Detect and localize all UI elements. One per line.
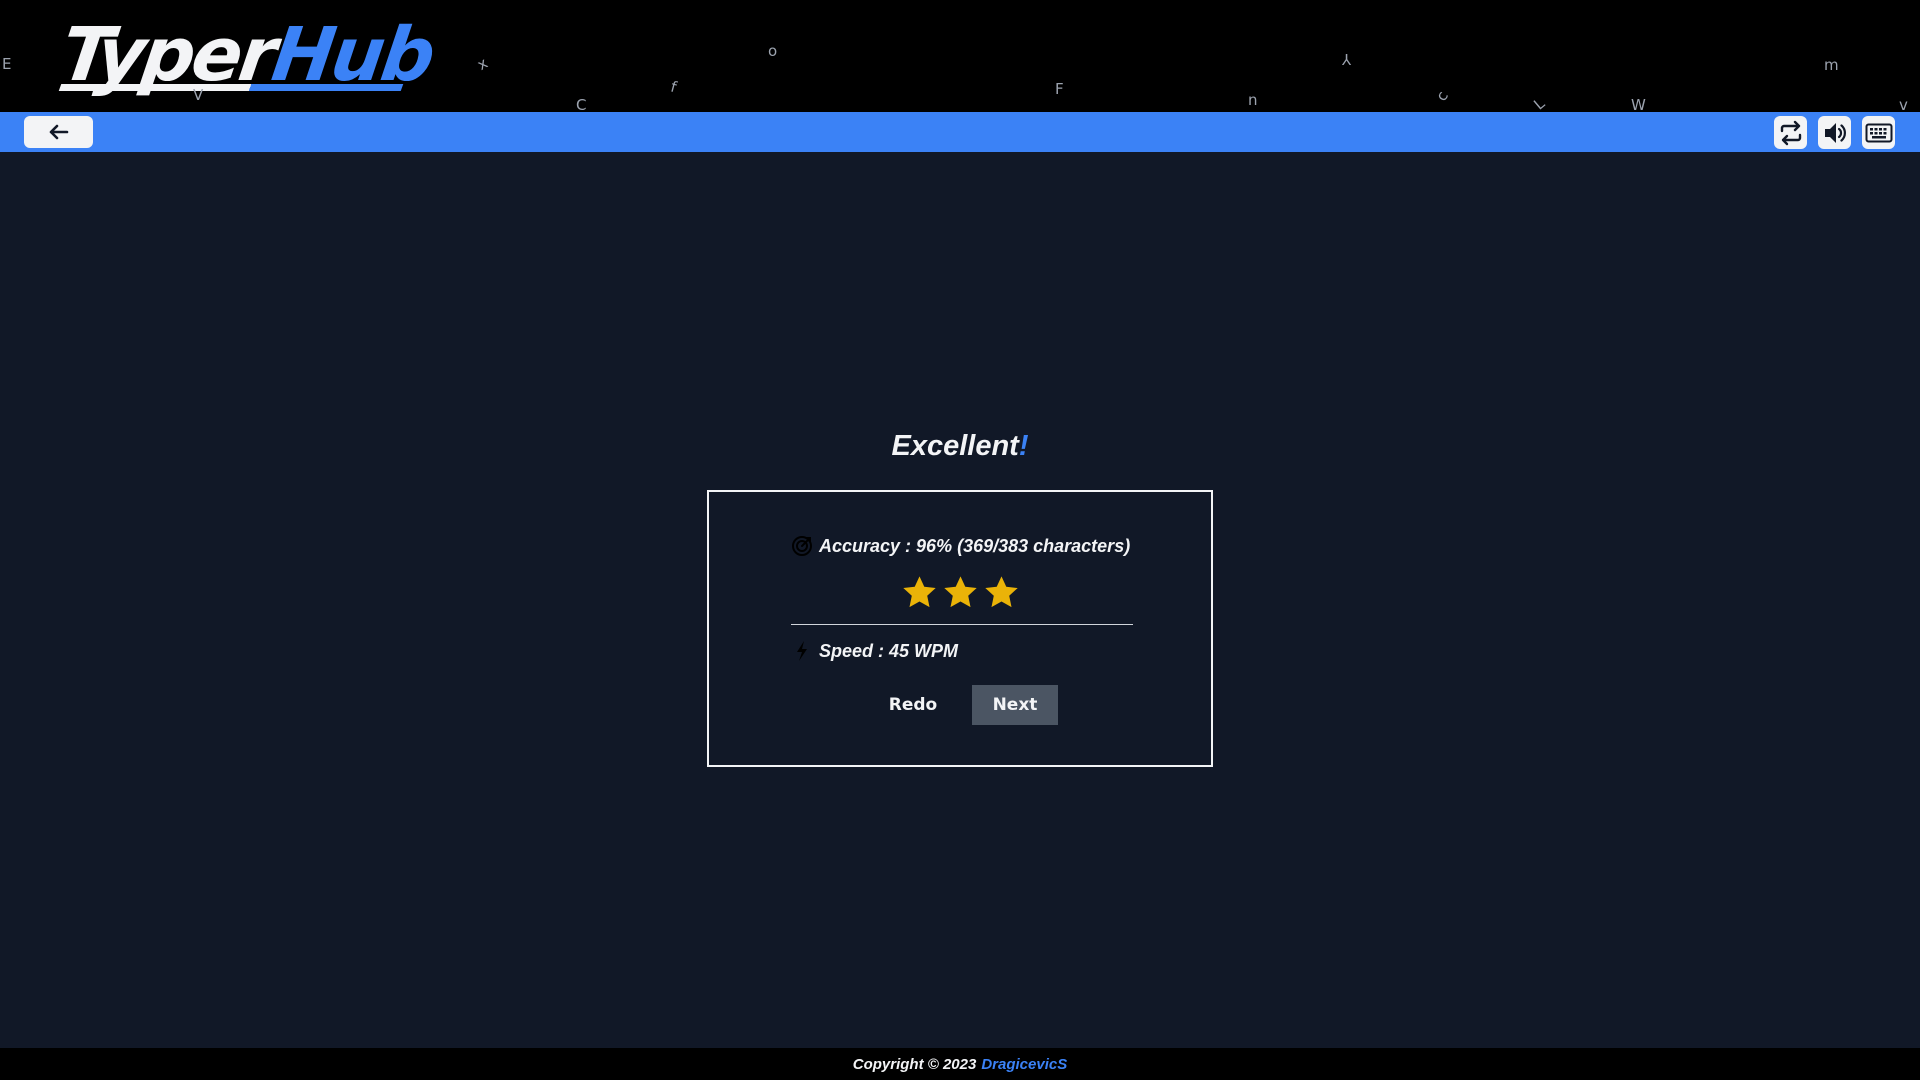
result-card: Accuracy : 96% (369/383 characters) Spee… — [707, 490, 1213, 767]
title-punct: ! — [1018, 430, 1029, 462]
lightning-icon — [791, 640, 813, 662]
star-icon — [943, 576, 977, 608]
logo-underline — [58, 84, 404, 91]
keyboard-toggle-button[interactable] — [1862, 116, 1895, 149]
floating-letter: L — [1530, 94, 1549, 112]
floating-letter: E — [2, 55, 12, 73]
next-button[interactable]: Next — [972, 685, 1058, 725]
floating-letter: V — [193, 86, 204, 104]
floating-letter: f — [668, 77, 679, 97]
divider — [791, 624, 1133, 625]
site-header: TyperHub E V x C f o F n Y c L W m v — [0, 0, 1920, 112]
floating-letter: W — [1631, 96, 1646, 112]
toolbar — [0, 112, 1920, 152]
floating-letter: C — [576, 96, 587, 112]
redo-button[interactable]: Redo — [873, 685, 953, 725]
accuracy-text: Accuracy : 96% (369/383 characters) — [819, 535, 1131, 556]
repeat-icon — [1780, 120, 1801, 145]
floating-letter: v — [1899, 96, 1908, 112]
typerhub-logo[interactable]: TyperHub — [56, 12, 438, 98]
floating-letter: c — [1432, 87, 1452, 105]
star-icon — [902, 576, 936, 608]
target-icon — [791, 535, 813, 557]
floating-letter: o — [768, 42, 778, 60]
floating-letter: x — [474, 53, 491, 75]
author-link[interactable]: DragicevicS — [981, 1056, 1067, 1073]
floating-letter: m — [1824, 56, 1839, 74]
rating-stars — [709, 574, 1211, 611]
restart-button[interactable] — [1774, 116, 1807, 149]
floating-letter: n — [1248, 91, 1258, 109]
result-title: Excellent! — [0, 430, 1920, 463]
copyright-text: Copyright © 2023 — [852, 1055, 977, 1073]
sound-toggle-button[interactable] — [1818, 116, 1851, 149]
floating-letter: F — [1055, 80, 1064, 98]
speed-text: Speed : 45 WPM — [819, 640, 959, 661]
title-text: Excellent — [891, 430, 1019, 462]
arrow-left-icon — [49, 124, 68, 140]
back-button[interactable] — [24, 116, 93, 148]
accuracy-row: Accuracy : 96% (369/383 characters) — [791, 535, 1130, 557]
floating-letter: Y — [1342, 50, 1352, 68]
keyboard-icon — [1865, 123, 1892, 142]
volume-icon — [1824, 122, 1846, 143]
star-icon — [984, 576, 1018, 608]
speed-row: Speed : 45 WPM — [791, 640, 958, 662]
footer: Copyright © 2023 DragicevicS — [0, 1048, 1920, 1080]
